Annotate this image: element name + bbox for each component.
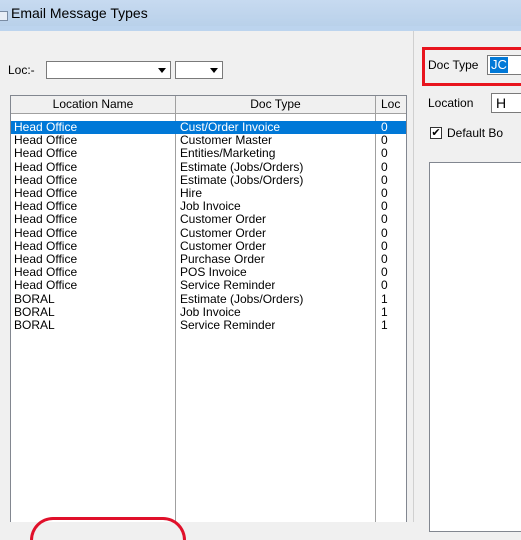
loc-cell: 0	[381, 239, 388, 253]
doc-type-cell: Estimate (Jobs/Orders)	[180, 292, 304, 306]
doc-type-cell: Job Invoice	[180, 305, 241, 319]
window-titlebar: Email Message Types	[0, 0, 521, 26]
loc-cell: 0	[381, 160, 388, 174]
doc-filter-dropdown[interactable]	[175, 61, 223, 79]
doc-type-cell: Customer Order	[180, 239, 267, 253]
doc-type-cell: POS Invoice	[180, 266, 247, 280]
location-name-cell: Head Office	[14, 187, 78, 200]
doc-type-cell: Job Invoice	[180, 200, 241, 214]
location-name-cell: Head Office	[14, 121, 78, 134]
loc-cell: 0	[381, 187, 388, 200]
chevron-down-icon[interactable]	[205, 62, 222, 78]
table-row[interactable]: Head Office Purchase Order 0	[11, 253, 406, 266]
table-row[interactable]: Head Office Cust/Order Invoice 0	[11, 121, 406, 134]
table-row[interactable]: Head Office Job Invoice 0	[11, 200, 406, 213]
window-title: Email Message Types	[11, 5, 148, 21]
doc-type-cell: Entities/Marketing	[180, 147, 276, 161]
panel-divider	[413, 31, 414, 522]
location-name-cell: Head Office	[14, 239, 78, 253]
doc-type-cell: Hire	[180, 187, 203, 200]
table-row[interactable]: Head Office Hire 0	[11, 187, 406, 200]
loc-cell: 0	[381, 253, 388, 266]
doc-type-cell: Customer Order	[180, 226, 267, 240]
table-row[interactable]: Head Office Customer Order 0	[11, 213, 406, 226]
default-checkbox[interactable]: ✔	[430, 127, 442, 139]
loc-cell: 0	[381, 226, 388, 240]
chevron-down-icon[interactable]	[153, 62, 170, 78]
location-label: Location	[428, 96, 474, 110]
message-body-textarea[interactable]	[429, 162, 521, 532]
doc-type-value: JC	[490, 57, 508, 73]
loc-cell: 0	[381, 200, 388, 214]
location-name-cell: Head Office	[14, 147, 78, 161]
location-name-cell: Head Office	[14, 160, 78, 174]
table-row[interactable]: Head Office Customer Order 0	[11, 227, 406, 240]
doc-type-cell: Estimate (Jobs/Orders)	[180, 160, 304, 174]
loc-cell: 0	[381, 279, 388, 293]
red-annotation-oval	[30, 517, 186, 540]
default-checkbox-label: Default Bo	[447, 126, 504, 140]
location-name-cell: BORAL	[14, 292, 55, 306]
window-icon	[0, 11, 8, 21]
table-row[interactable]: Head Office Estimate (Jobs/Orders) 0	[11, 174, 406, 187]
doc-type-label: Doc Type	[428, 58, 479, 72]
table-row[interactable]: Head Office Service Reminder 0	[11, 279, 406, 292]
table-row[interactable]: Head Office Entities/Marketing 0	[11, 147, 406, 160]
location-filter-dropdown[interactable]	[46, 61, 171, 79]
doc-type-cell: Estimate (Jobs/Orders)	[180, 173, 304, 187]
table-row[interactable]: BORAL Service Reminder 1	[11, 319, 406, 332]
email-types-grid[interactable]: Location Name Doc Type Loc Head Office Cu…	[10, 95, 407, 522]
location-name-cell: Head Office	[14, 226, 78, 240]
loc-cell: 1	[381, 319, 388, 332]
loc-cell: 0	[381, 266, 388, 280]
location-name-cell: Head Office	[14, 134, 78, 148]
doc-type-cell: Service Reminder	[180, 279, 276, 293]
loc-cell: 0	[381, 173, 388, 187]
table-row[interactable]: BORAL Job Invoice 1	[11, 306, 406, 319]
doc-type-cell: Cust/Order Invoice	[180, 121, 281, 134]
loc-filter-label: Loc:-	[8, 63, 35, 77]
location-field[interactable]: H	[491, 93, 521, 113]
location-name-cell: BORAL	[14, 319, 55, 332]
column-header-doc-type[interactable]: Doc Type	[176, 96, 376, 114]
loc-cell: 0	[381, 147, 388, 161]
doc-type-cell: Purchase Order	[180, 253, 265, 266]
doc-type-cell: Service Reminder	[180, 319, 276, 332]
location-name-cell: Head Office	[14, 213, 78, 227]
location-name-cell: Head Office	[14, 173, 78, 187]
loc-cell: 0	[381, 134, 388, 148]
doc-type-cell: Customer Master	[180, 134, 273, 148]
table-row[interactable]: Head Office Customer Master 0	[11, 134, 406, 147]
table-row[interactable]: Head Office Estimate (Jobs/Orders) 0	[11, 161, 406, 174]
location-name-cell: BORAL	[14, 305, 55, 319]
table-row[interactable]: Head Office POS Invoice 0	[11, 266, 406, 279]
table-row[interactable]: Head Office Customer Order 0	[11, 240, 406, 253]
loc-cell: 0	[381, 121, 388, 134]
doc-type-field[interactable]: JC	[487, 55, 521, 75]
location-name-cell: Head Office	[14, 279, 78, 293]
location-name-cell: Head Office	[14, 200, 78, 214]
column-header-loc[interactable]: Loc	[376, 96, 406, 114]
column-header-location-name[interactable]: Location Name	[11, 96, 176, 114]
table-row[interactable]: BORAL Estimate (Jobs/Orders) 1	[11, 293, 406, 306]
loc-cell: 1	[381, 305, 388, 319]
location-name-cell: Head Office	[14, 266, 78, 280]
loc-cell: 0	[381, 213, 388, 227]
loc-cell: 1	[381, 292, 388, 306]
doc-type-cell: Customer Order	[180, 213, 267, 227]
location-name-cell: Head Office	[14, 253, 78, 266]
